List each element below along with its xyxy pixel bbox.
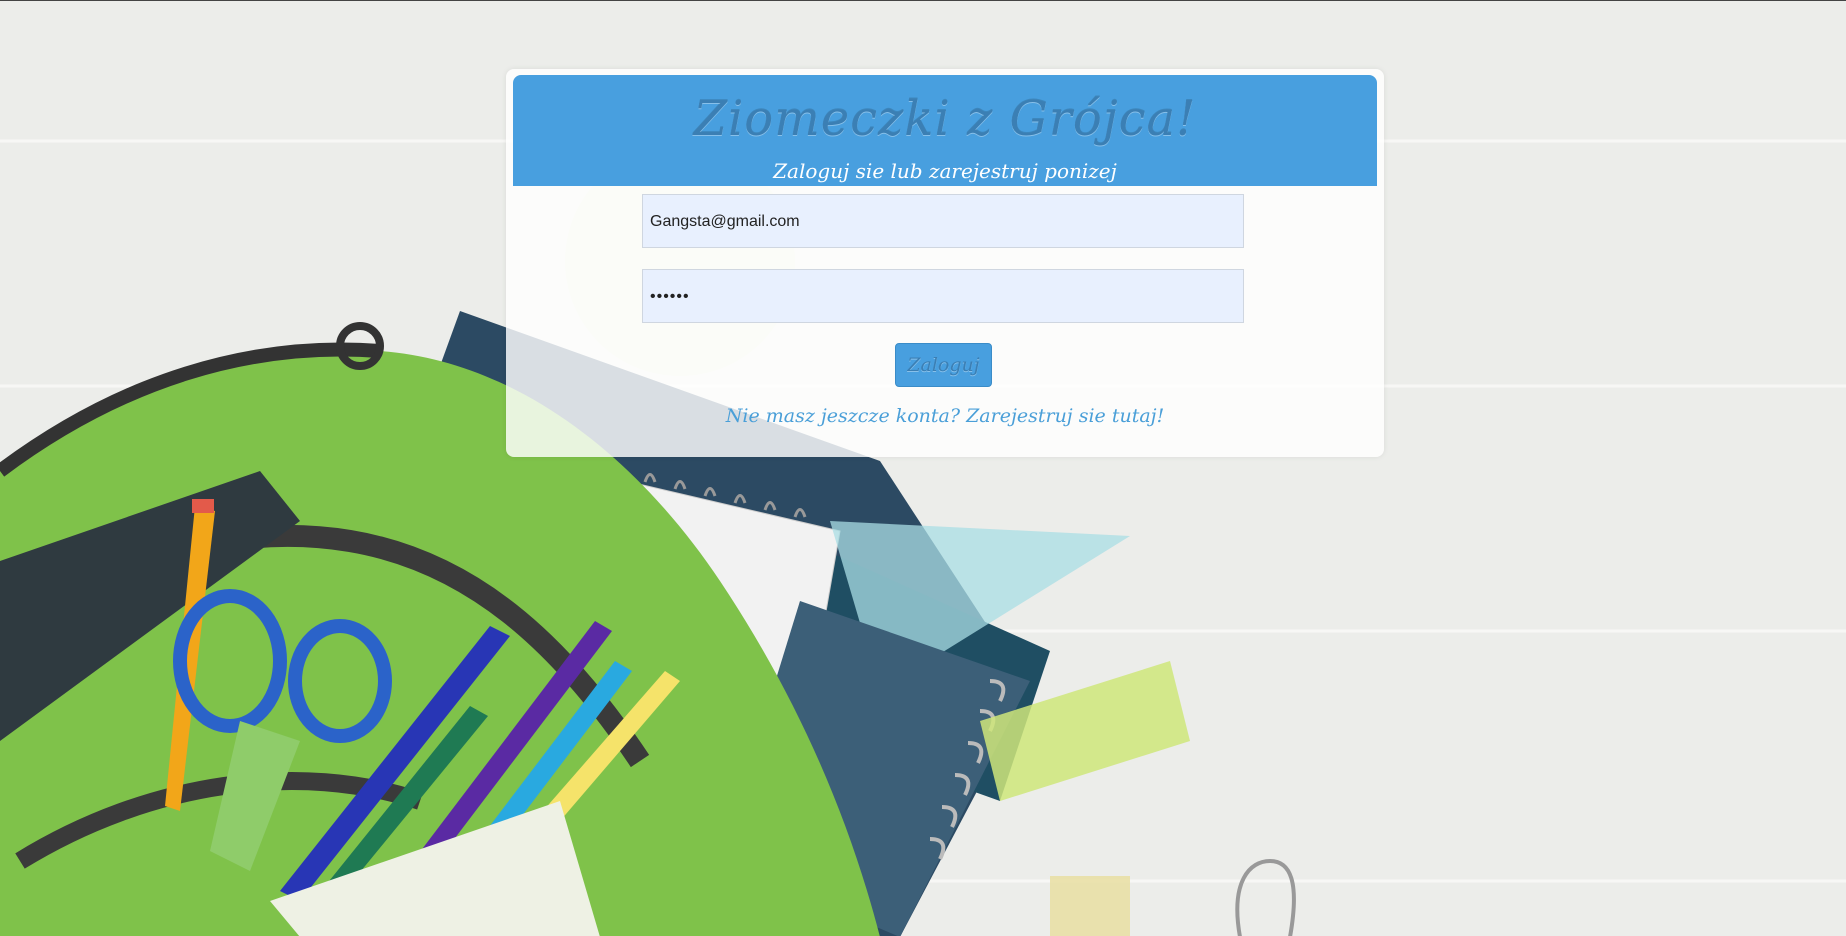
login-card: Ziomeczki z Grójca! Zaloguj sie lub zare…: [506, 69, 1384, 457]
card-header: Ziomeczki z Grójca! Zaloguj sie lub zare…: [513, 75, 1377, 186]
register-link[interactable]: Nie masz jeszcze konta? Zarejestruj sie …: [506, 405, 1384, 427]
login-button[interactable]: Zaloguj: [895, 343, 992, 387]
password-field[interactable]: ••••••: [642, 269, 1244, 323]
email-field[interactable]: Gangsta@gmail.com: [642, 194, 1244, 248]
login-subtitle: Zaloguj sie lub zarejestruj ponizej: [773, 159, 1117, 183]
site-title: Ziomeczki z Grójca!: [693, 91, 1197, 147]
